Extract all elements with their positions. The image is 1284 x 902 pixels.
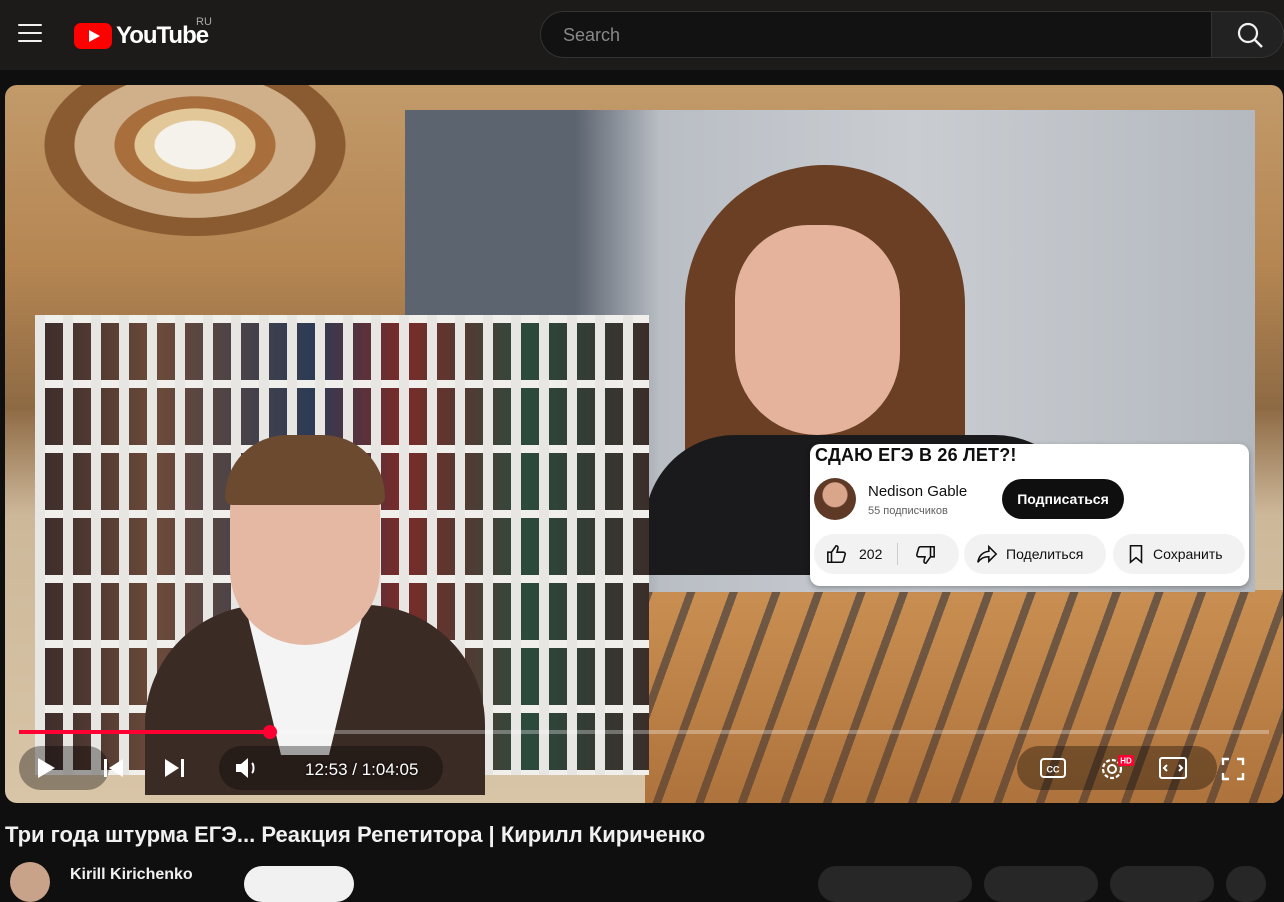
embedded-video-card: СДАЮ ЕГЭ В 26 ЛЕТ?! Nedison Gable 55 под… xyxy=(810,444,1249,586)
more-actions-button[interactable] xyxy=(1226,866,1266,902)
share-button[interactable] xyxy=(984,866,1098,902)
embedded-video-title: СДАЮ ЕГЭ В 26 ЛЕТ?! xyxy=(815,445,1017,465)
embedded-channel-name: Nedison Gable xyxy=(868,483,968,500)
logo-text: YouTube xyxy=(116,22,209,49)
search-box xyxy=(540,11,1211,58)
channel-avatar[interactable] xyxy=(10,862,50,902)
embedded-subscriber-count: 55 подписчиков xyxy=(868,505,948,517)
captions-icon[interactable]: CC xyxy=(1039,756,1067,780)
thumbs-up-icon xyxy=(827,544,846,564)
fullscreen-icon[interactable] xyxy=(1219,755,1247,783)
previous-icon[interactable] xyxy=(101,755,127,781)
channel-name[interactable]: Kirill Kirichenko xyxy=(70,866,193,884)
menu-icon[interactable] xyxy=(18,24,42,44)
share-icon xyxy=(977,544,998,564)
embedded-like-count: 202 xyxy=(859,546,883,562)
search-button[interactable] xyxy=(1211,11,1284,58)
region-code: RU xyxy=(196,16,212,28)
search-icon xyxy=(1237,22,1263,48)
progress-played xyxy=(19,730,271,734)
embedded-like-bar: 202 xyxy=(814,534,959,574)
embedded-share-button: Поделиться xyxy=(964,534,1106,574)
like-divider xyxy=(897,543,898,565)
embedded-subscribe-button: Подписаться xyxy=(1002,479,1124,519)
embedded-save-button: Сохранить xyxy=(1113,534,1245,574)
video-title: Три года штурма ЕГЭ... Реакция Репетитор… xyxy=(5,822,706,847)
video-player[interactable]: СДАЮ ЕГЭ В 26 ЛЕТ?! Nedison Gable 55 под… xyxy=(5,85,1283,803)
subscribe-button[interactable] xyxy=(244,866,354,902)
play-icon[interactable] xyxy=(33,755,59,781)
girl-face xyxy=(735,225,900,435)
thumbs-down-icon xyxy=(916,545,935,565)
download-button[interactable] xyxy=(1110,866,1214,902)
embedded-channel-avatar xyxy=(814,478,856,520)
volume-icon[interactable] xyxy=(233,755,261,781)
youtube-logo[interactable]: YouTube xyxy=(74,22,209,50)
youtube-logo-icon xyxy=(74,23,112,49)
search-input[interactable] xyxy=(561,24,1165,47)
next-icon[interactable] xyxy=(161,755,187,781)
masthead: YouTube RU xyxy=(0,0,1284,70)
miniplayer-icon[interactable] xyxy=(1157,755,1189,781)
bookmark-icon xyxy=(1129,544,1143,564)
like-dislike-button[interactable] xyxy=(818,866,972,902)
svg-text:CC: CC xyxy=(1047,765,1060,775)
progress-bar[interactable] xyxy=(19,725,1269,739)
hd-badge: HD xyxy=(1120,757,1132,766)
time-display: 12:53 / 1:04:05 xyxy=(305,760,419,779)
embedded-share-label: Поделиться xyxy=(1006,546,1084,562)
settings-icon[interactable]: HD xyxy=(1098,753,1138,783)
embedded-save-label: Сохранить xyxy=(1153,546,1223,562)
